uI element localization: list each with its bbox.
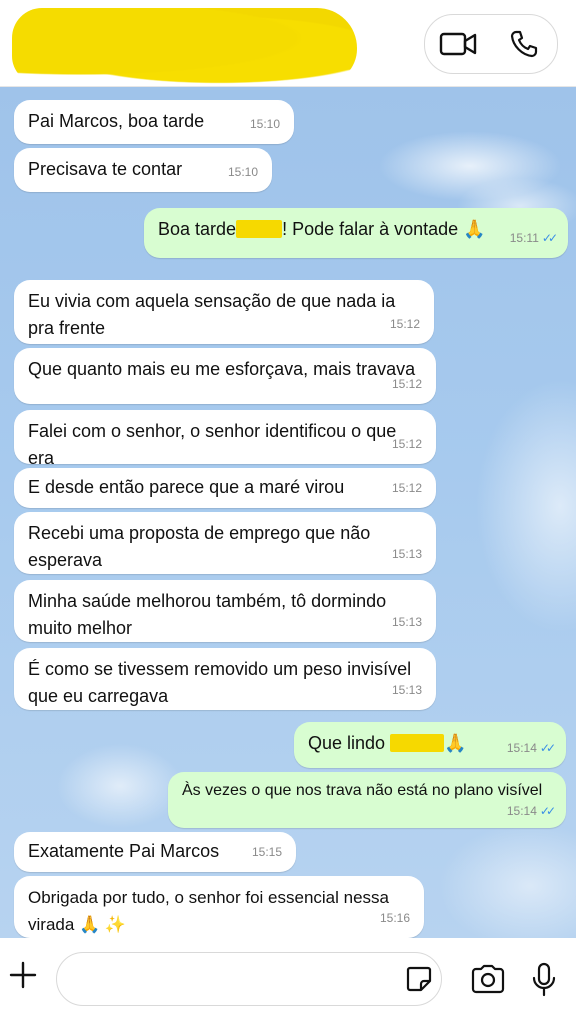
video-camera-icon[interactable] <box>436 22 480 66</box>
message-text: Falei com o senhor, o senhor identificou… <box>28 421 397 468</box>
double-check-icon: ✓✓ <box>539 804 556 818</box>
message-text: Recebi uma proposta de emprego que não e… <box>28 523 371 570</box>
message-time: 15:12 <box>389 317 420 331</box>
message-input[interactable] <box>75 953 399 1005</box>
message-text: Às vezes o que nos trava não está no pla… <box>182 782 543 799</box>
call-buttons <box>424 14 558 74</box>
redacted-contact-name <box>12 8 357 84</box>
redacted-name <box>236 220 283 238</box>
message-incoming[interactable]: Que quanto mais eu me esforçava, mais tr… <box>14 348 436 404</box>
message-text: Exatamente Pai Marcos <box>28 841 220 861</box>
message-time: 15:13 <box>391 683 422 697</box>
sticker-icon[interactable] <box>405 965 433 993</box>
message-time-status: 15:14 ✓✓ <box>506 735 556 762</box>
message-text: Obrigada por tudo, o senhor foi essencia… <box>28 888 390 934</box>
message-incoming[interactable]: Minha saúde melhorou também, tô dormindo… <box>14 580 436 642</box>
message-text-part: ! Pode falar à vontade 🙏 <box>282 219 486 239</box>
message-outgoing[interactable]: Às vezes o que nos trava não está no pla… <box>168 772 566 828</box>
message-incoming[interactable]: É como se tivessem removido um peso invi… <box>14 648 436 710</box>
message-text: Que quanto mais eu me esforçava, mais tr… <box>28 359 416 379</box>
redacted-name <box>390 734 445 752</box>
message-time: 15:12 <box>391 481 422 495</box>
message-text: Minha saúde melhorou também, tô dormindo… <box>28 591 387 638</box>
message-incoming[interactable]: Obrigada por tudo, o senhor foi essencia… <box>14 876 424 938</box>
message-incoming[interactable]: Eu vivia com aquela sensação de que nada… <box>14 280 434 344</box>
message-text-part: Boa tarde <box>158 219 237 239</box>
message-incoming[interactable]: Recebi uma proposta de emprego que não e… <box>14 512 436 574</box>
composer-bar <box>0 938 576 1024</box>
message-incoming[interactable]: E desde então parece que a maré virou 15… <box>14 468 436 508</box>
message-time: 15:13 <box>391 615 422 629</box>
message-time: 15:10 <box>249 117 280 131</box>
message-text: E desde então parece que a maré virou <box>28 477 345 497</box>
message-text-part: Que lindo <box>308 733 391 753</box>
message-time: 15:15 <box>251 845 282 859</box>
chat-header <box>0 0 576 87</box>
message-input-box[interactable] <box>56 952 442 1006</box>
message-text-part: 🙏 <box>444 733 467 753</box>
message-outgoing[interactable]: Boa tarde ! Pode falar à vontade 🙏 15:11 ✓… <box>144 208 568 258</box>
message-time-status: 15:14 ✓✓ <box>506 800 556 822</box>
message-outgoing[interactable]: Que lindo 🙏 15:14 ✓✓ <box>294 722 566 768</box>
message-incoming[interactable]: Falei com o senhor, o senhor identificou… <box>14 410 436 468</box>
message-text: É como se tivessem removido um peso invi… <box>28 659 412 706</box>
microphone-icon[interactable] <box>530 962 558 998</box>
chat-area[interactable]: Pai Marcos, boa tarde 15:10 Precisava te… <box>0 86 576 938</box>
camera-icon[interactable] <box>470 964 506 996</box>
message-time-status: 15:11 ✓✓ <box>509 225 558 252</box>
plus-icon[interactable] <box>8 960 38 990</box>
message-time: 15:12 <box>391 437 422 451</box>
message-time: 15:10 <box>227 165 258 179</box>
message-time: 15:16 <box>379 911 410 925</box>
message-text: Eu vivia com aquela sensação de que nada… <box>28 291 396 338</box>
phone-icon[interactable] <box>502 22 546 66</box>
message-time: 15:13 <box>391 547 422 561</box>
message-incoming[interactable]: Exatamente Pai Marcos 15:15 <box>14 832 296 872</box>
message-incoming[interactable]: Precisava te contar 15:10 <box>14 148 272 192</box>
message-time: 15:11 <box>509 231 539 245</box>
message-incoming[interactable]: Pai Marcos, boa tarde 15:10 <box>14 100 294 144</box>
message-time: 15:14 <box>506 741 537 755</box>
double-check-icon: ✓✓ <box>541 231 558 245</box>
double-check-icon: ✓✓ <box>539 741 556 755</box>
message-time: 15:12 <box>391 377 422 391</box>
message-text: Pai Marcos, boa tarde <box>28 111 205 131</box>
message-time: 15:14 <box>506 804 537 818</box>
message-text: Precisava te contar <box>28 159 183 179</box>
